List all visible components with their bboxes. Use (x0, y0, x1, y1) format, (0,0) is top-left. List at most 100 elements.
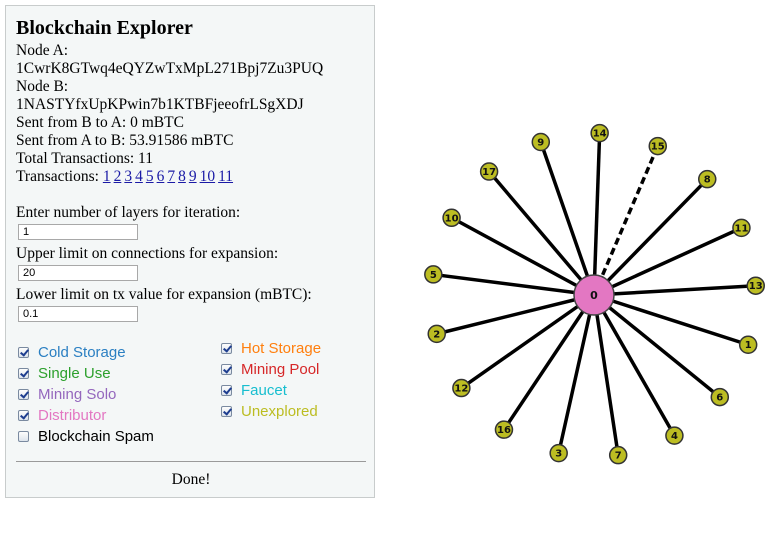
graph-node-label: 2 (433, 329, 440, 340)
node-b-address: 1NASTYfxUpKPwin7b1KTBFjeeofrLSgXDJ (16, 96, 304, 113)
graph-node-10[interactable]: 10 (442, 208, 461, 228)
transaction-link-2[interactable]: 2 (114, 168, 122, 185)
graph-node-label: 1 (745, 340, 752, 351)
graph-node-4[interactable]: 4 (665, 426, 684, 445)
graph-node-label: 5 (430, 270, 437, 281)
filter-cold-storage[interactable]: Cold Storage (18, 344, 126, 361)
graph-node-6[interactable]: 6 (710, 387, 730, 407)
filter-cold-storage-checkbox[interactable] (18, 347, 29, 358)
sent-a-to-b: Sent from A to B: 53.91586 mBTC (16, 132, 234, 149)
graph-node-15[interactable]: 15 (648, 136, 668, 156)
node-a-address: 1CwrK8GTwq4eQYZwTxMpL271Bpj7Zu3PUQ (16, 60, 324, 77)
graph-node-label: 12 (454, 384, 468, 395)
node-a-label: Node A: (16, 42, 69, 59)
graph-node-1[interactable]: 1 (738, 335, 758, 354)
graph-node-9[interactable]: 9 (531, 132, 551, 152)
filter-hot-storage-label: Hot Storage (241, 340, 322, 357)
filter-mining-pool[interactable]: Mining Pool (221, 361, 319, 378)
transaction-links: 1 2 3 4 5 6 7 8 9 10 11 (103, 168, 233, 185)
filter-faucet-checkbox[interactable] (221, 385, 232, 396)
filter-unexplored[interactable]: Unexplored (221, 403, 318, 420)
filter-distributor[interactable]: Distributor (18, 407, 106, 424)
filter-blockchain-spam[interactable]: Blockchain Spam (18, 428, 154, 445)
transaction-link-11[interactable]: 11 (218, 168, 233, 185)
layers-label: Enter number of layers for iteration: (16, 204, 241, 221)
tx-value-input[interactable] (18, 306, 138, 322)
graph-edge-8 (592, 177, 709, 297)
filter-blockchain-spam-label: Blockchain Spam (38, 428, 154, 445)
graph-node-3[interactable]: 3 (549, 443, 568, 463)
explorer-panel: Blockchain Explorer Node A: 1CwrK8GTwq4e… (5, 5, 375, 498)
tx-value-label: Lower limit on tx value for expansion (m… (16, 286, 312, 303)
graph-edge-15 (592, 145, 660, 296)
graph-edge-14 (592, 133, 602, 296)
graph-node-12[interactable]: 12 (452, 378, 471, 398)
graph-node-label: 6 (716, 393, 723, 404)
filter-unexplored-checkbox[interactable] (221, 406, 232, 417)
filter-mining-pool-label: Mining Pool (241, 361, 320, 378)
graph-center-node[interactable]: 0 (573, 274, 615, 316)
transactions-label: Transactions: (16, 168, 99, 185)
graph-node-label: 13 (749, 281, 763, 292)
transaction-link-8[interactable]: 8 (178, 168, 186, 185)
graph-edge-13 (593, 283, 756, 297)
graph-node-8[interactable]: 8 (698, 169, 717, 189)
graph-node-label: 11 (734, 223, 748, 234)
graph-node-label: 4 (671, 431, 678, 442)
filter-mining-solo[interactable]: Mining Solo (18, 386, 116, 403)
graph-node-label: 17 (482, 167, 496, 178)
filter-hot-storage[interactable]: Hot Storage (221, 340, 321, 357)
total-transactions: Total Transactions: 11 (16, 150, 153, 167)
done-button[interactable]: Done! (6, 471, 376, 489)
filter-faucet-label: Faucet (241, 382, 287, 399)
graph-node-11[interactable]: 11 (732, 218, 751, 238)
graph-node-2[interactable]: 2 (427, 324, 446, 344)
filter-single-use-checkbox[interactable] (18, 368, 29, 379)
graph-node-14[interactable]: 14 (590, 123, 609, 143)
layers-input[interactable] (18, 224, 138, 240)
graph-node-label: 14 (593, 129, 607, 140)
connections-input[interactable] (18, 265, 138, 281)
graph-edge-11 (593, 226, 743, 297)
node-b-label: Node B: (16, 78, 69, 95)
transaction-link-5[interactable]: 5 (146, 168, 154, 185)
graph-edge-17 (487, 170, 596, 297)
graph-node-7[interactable]: 7 (608, 445, 628, 465)
filter-single-use[interactable]: Single Use (18, 365, 111, 382)
graph-node-label: 7 (615, 451, 622, 462)
transaction-link-7[interactable]: 7 (167, 168, 175, 185)
graph-node-label: 8 (704, 175, 711, 186)
transaction-link-10[interactable]: 10 (200, 168, 216, 185)
filter-hot-storage-checkbox[interactable] (221, 343, 232, 354)
transaction-link-3[interactable]: 3 (124, 168, 132, 185)
graph-node-label: 10 (445, 213, 459, 224)
filter-faucet[interactable]: Faucet (221, 382, 287, 399)
filter-cold-storage-label: Cold Storage (38, 344, 126, 361)
filter-mining-solo-checkbox[interactable] (18, 389, 29, 400)
connections-label: Upper limit on connections for expansion… (16, 245, 279, 262)
filter-mining-solo-label: Mining Solo (38, 386, 117, 403)
graph-node-label: 9 (537, 137, 544, 148)
filter-mining-pool-checkbox[interactable] (221, 364, 232, 375)
filter-distributor-checkbox[interactable] (18, 410, 29, 421)
transaction-link-1[interactable]: 1 (103, 168, 111, 185)
transactions-row: Transactions: 1 2 3 4 5 6 7 8 9 10 11 (16, 168, 233, 186)
graph-node-13[interactable]: 13 (746, 276, 765, 295)
filter-single-use-label: Single Use (38, 365, 111, 382)
graph-node-17[interactable]: 17 (479, 162, 499, 181)
transaction-link-9[interactable]: 9 (189, 168, 197, 185)
graph-node-16[interactable]: 16 (494, 420, 514, 439)
graph-node-5[interactable]: 5 (424, 265, 443, 284)
filter-distributor-label: Distributor (38, 407, 107, 424)
transaction-link-6[interactable]: 6 (157, 168, 165, 185)
graph-edge-5 (433, 272, 595, 297)
filter-unexplored-label: Unexplored (241, 403, 318, 420)
graph-edge-12 (460, 293, 596, 390)
sent-b-to-a: Sent from B to A: 0 mBTC (16, 114, 184, 131)
filter-blockchain-spam-checkbox[interactable] (18, 431, 29, 442)
graph-node-label: 16 (497, 425, 511, 436)
graph-center-label: 0 (590, 289, 598, 302)
graph-node-label: 3 (555, 449, 562, 460)
transaction-link-4[interactable]: 4 (135, 168, 143, 185)
graph-edge-6 (592, 293, 721, 399)
